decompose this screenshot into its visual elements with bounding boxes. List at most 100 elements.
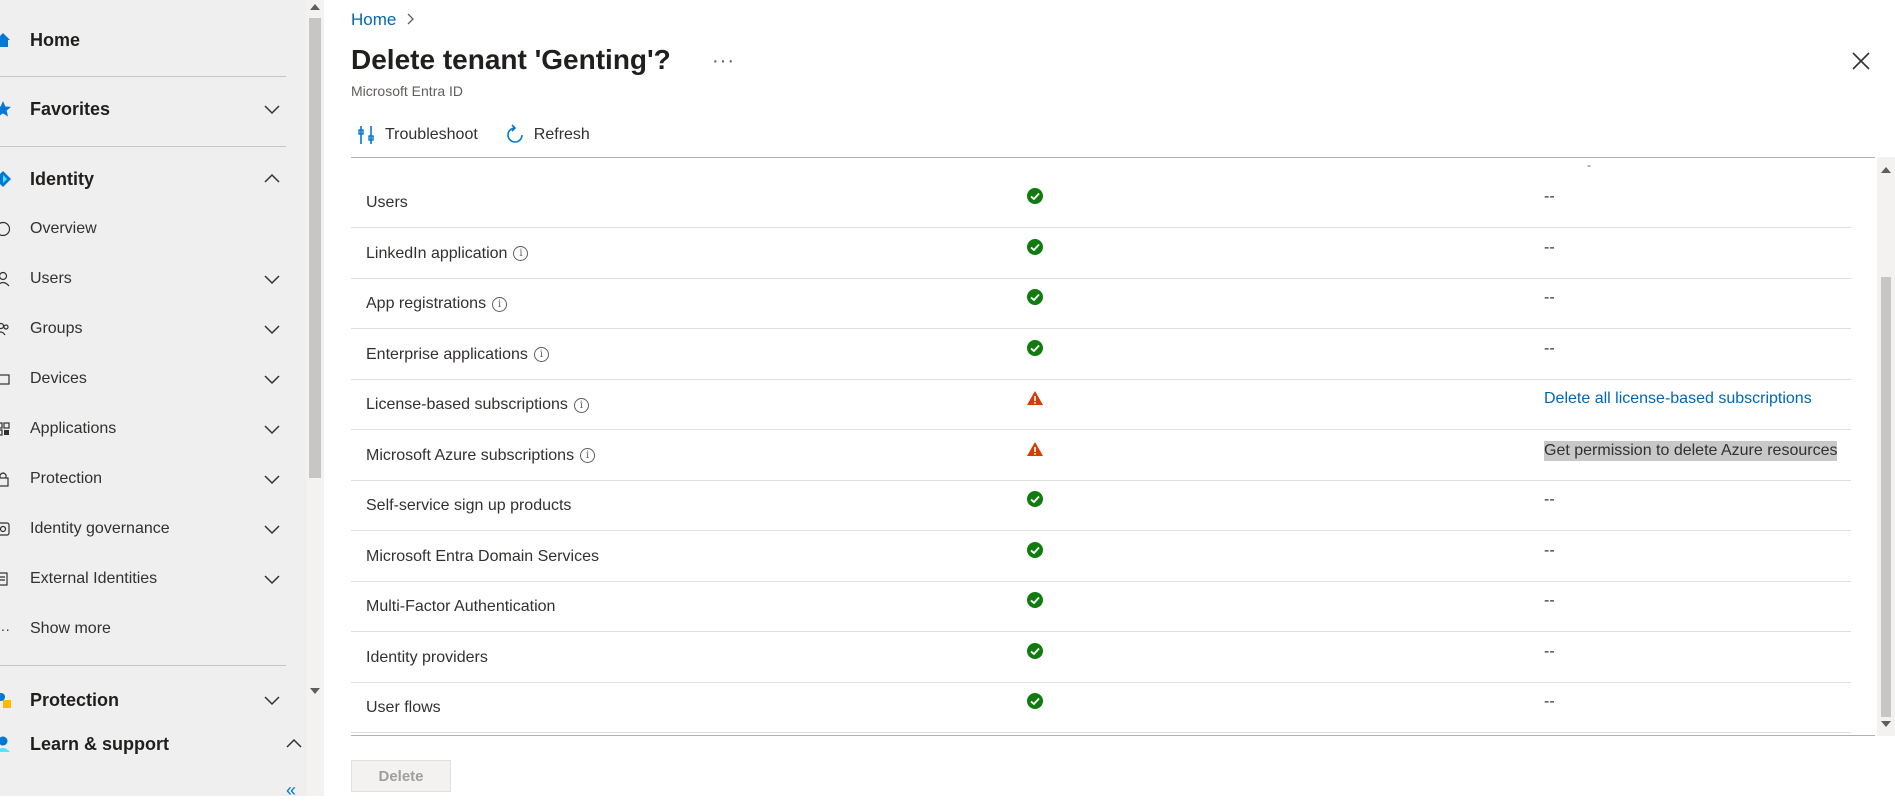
- action-none: --: [1544, 289, 1555, 306]
- info-icon[interactable]: i: [533, 347, 549, 362]
- chevron-down-icon[interactable]: [262, 269, 282, 289]
- chevron-down-icon[interactable]: [262, 519, 282, 539]
- sidebar-item-users[interactable]: Users: [0, 268, 300, 290]
- nav-home[interactable]: Home: [0, 28, 300, 52]
- check-name: Identity providers: [366, 649, 488, 667]
- table-row: App registrations i --: [351, 279, 1851, 329]
- sidebar-item-label: Identity governance: [30, 520, 170, 537]
- table-row: License-based subscriptions i Delete all l…: [351, 380, 1851, 430]
- sidebar-item-label: Overview: [30, 220, 97, 237]
- groups-icon: [0, 320, 12, 338]
- action-none: --: [1544, 592, 1555, 609]
- chevron-down-icon[interactable]: [262, 690, 282, 710]
- sidebar-item-protection[interactable]: Protection: [0, 468, 300, 490]
- table-row: Microsoft Entra Domain Services --: [351, 532, 1851, 582]
- sidebar-item-overview[interactable]: Overview: [0, 218, 300, 240]
- action-none: --: [1544, 693, 1555, 710]
- chevron-down-icon[interactable]: [262, 99, 282, 119]
- chevron-down-icon[interactable]: [262, 319, 282, 339]
- check-name: Microsoft Entra Domain Services: [366, 548, 599, 566]
- nav-identity[interactable]: Identity: [0, 167, 300, 191]
- star-icon: [0, 100, 12, 118]
- check-name-label: App registrations: [366, 295, 487, 312]
- chevron-down-icon[interactable]: [262, 569, 282, 589]
- nav-protection[interactable]: Protection: [0, 688, 300, 712]
- close-icon[interactable]: [1850, 50, 1872, 72]
- scrollbar-thumb[interactable]: [309, 18, 321, 478]
- sidebar-item-external-identities[interactable]: External Identities: [0, 568, 300, 590]
- action-none: --: [1544, 238, 1555, 256]
- delete-button[interactable]: Delete: [351, 760, 451, 792]
- check-name-label: Identity providers: [366, 648, 488, 666]
- nav-favorites[interactable]: Favorites: [0, 97, 300, 121]
- sidebar-item-identity-governance[interactable]: Identity governance: [0, 518, 300, 540]
- nav-identity-label: Identity: [30, 168, 95, 189]
- check-name: License-based subscriptions i: [366, 396, 589, 414]
- check-name: Microsoft Azure subscriptions i: [366, 446, 596, 465]
- success-check-icon: [1027, 339, 1043, 356]
- chevron-up-icon[interactable]: [284, 734, 304, 754]
- table-scrollbar[interactable]: [1877, 157, 1895, 736]
- scrollbar-thumb[interactable]: [1881, 277, 1891, 717]
- check-name: Users: [366, 194, 408, 212]
- table-row: User flows --: [351, 683, 1851, 733]
- more-icon: ···: [0, 621, 10, 637]
- table-row: Microsoft Azure subscriptions i Get permis…: [351, 431, 1851, 481]
- user-icon: [0, 270, 12, 288]
- sidebar: Home Favorites Identity Overview Users G…: [0, 0, 306, 800]
- collapse-sidebar-button[interactable]: «: [286, 780, 296, 801]
- info-icon[interactable]: i: [580, 448, 596, 463]
- chevron-down-icon[interactable]: [262, 469, 282, 489]
- sidebar-item-devices[interactable]: Devices: [0, 368, 300, 390]
- breadcrumb-home-link[interactable]: Home: [351, 10, 396, 30]
- sidebar-item-applications[interactable]: Applications: [0, 418, 300, 440]
- sidebar-item-label: Groups: [30, 320, 83, 337]
- divider: [0, 146, 286, 147]
- sidebar-item-label: Show more: [30, 620, 111, 637]
- chevron-down-icon[interactable]: [262, 369, 282, 389]
- divider: [0, 665, 286, 666]
- action-link[interactable]: Get permission to delete Azure resources: [1544, 440, 1838, 461]
- nav-learn-support[interactable]: Learn & support: [0, 732, 302, 756]
- scroll-down-arrow-icon[interactable]: [310, 688, 320, 694]
- info-icon: [0, 220, 12, 238]
- breadcrumb: Home: [351, 10, 416, 30]
- success-check-icon: [1027, 188, 1043, 204]
- more-options-button[interactable]: ···: [712, 50, 735, 73]
- info-icon[interactable]: i: [513, 246, 529, 261]
- check-name: LinkedIn application i: [366, 245, 529, 263]
- action-link[interactable]: Delete all license-based subscriptions: [1544, 390, 1812, 408]
- sidebar-item-groups[interactable]: Groups: [0, 318, 300, 340]
- protection-icon: [0, 691, 12, 709]
- external-identities-icon: [0, 570, 12, 588]
- troubleshoot-button[interactable]: Troubleshoot: [351, 122, 482, 148]
- success-check-icon: [1027, 491, 1043, 507]
- info-icon[interactable]: i: [573, 397, 589, 413]
- sidebar-item-label: Users: [30, 270, 72, 287]
- sidebar-item-label: Devices: [30, 370, 87, 387]
- table-row: Self-service sign up products --: [351, 481, 1851, 531]
- sidebar-scrollbar[interactable]: [306, 0, 324, 796]
- warning-icon: [1027, 441, 1043, 456]
- scroll-up-arrow-icon[interactable]: [1881, 167, 1891, 173]
- scroll-up-arrow-icon[interactable]: [310, 4, 320, 10]
- chevron-down-icon[interactable]: [262, 419, 282, 439]
- tenant-deletion-checks-table: - Users -- LinkedIn application i -- App regi…: [351, 157, 1875, 736]
- nav-learn-support-label: Learn & support: [30, 733, 170, 754]
- success-check-icon: [1027, 541, 1043, 558]
- scroll-down-arrow-icon[interactable]: [1881, 721, 1891, 727]
- divider: [0, 76, 286, 77]
- refresh-icon: [507, 124, 523, 143]
- check-name-label: User flows: [366, 699, 441, 716]
- check-name: Multi-Factor Authentication: [366, 598, 555, 616]
- check-name-label: Enterprise applications: [366, 345, 528, 363]
- sidebar-item-show-more[interactable]: ··· Show more: [0, 618, 300, 640]
- table-row: LinkedIn application i --: [351, 229, 1851, 279]
- support-icon: [0, 735, 12, 753]
- page-title: Delete tenant 'Genting'?: [351, 44, 671, 75]
- chevron-up-icon[interactable]: [262, 169, 282, 189]
- info-icon[interactable]: i: [492, 296, 508, 312]
- refresh-button[interactable]: Refresh: [500, 122, 594, 148]
- check-name-label: Microsoft Azure subscriptions: [366, 446, 575, 464]
- check-name-label: Users: [366, 194, 408, 211]
